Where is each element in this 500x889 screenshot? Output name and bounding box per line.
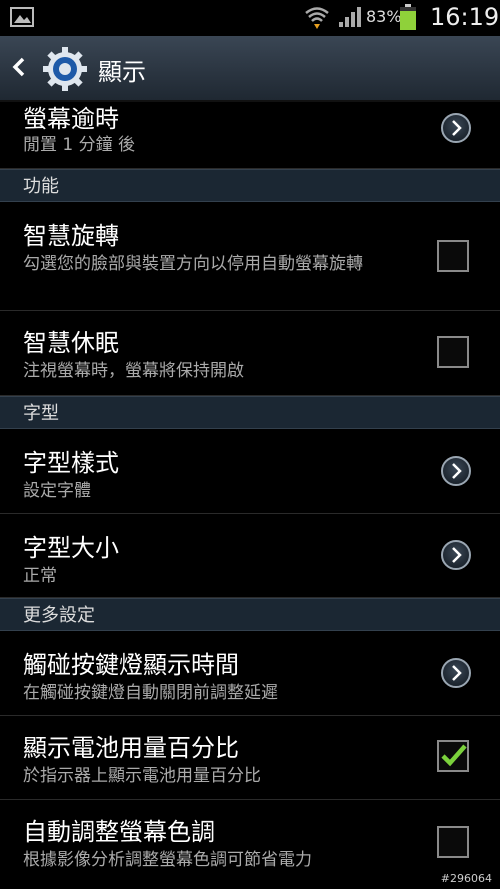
checkmark-icon	[441, 744, 467, 767]
section-header-function: 功能	[0, 169, 500, 202]
item-title: 觸碰按鍵燈顯示時間	[23, 651, 239, 679]
clock: 16:19	[430, 3, 500, 31]
item-title: 智慧旋轉	[23, 222, 119, 250]
section-header-more: 更多設定	[0, 598, 500, 631]
item-title: 字型大小	[23, 534, 119, 562]
battery-percent: 83%	[366, 7, 402, 26]
item-subtitle: 設定字體	[23, 481, 91, 501]
item-title: 顯示電池用量百分比	[23, 734, 239, 762]
chevron-right-icon[interactable]	[441, 658, 471, 688]
item-subtitle: 注視螢幕時，螢幕將保持開啟	[23, 361, 244, 381]
auto-adjust-tone-checkbox[interactable]	[437, 826, 469, 858]
settings-gear-icon[interactable]	[42, 46, 88, 96]
wifi-icon	[304, 4, 330, 34]
item-title: 螢幕逾時	[23, 105, 119, 133]
item-subtitle: 於指示器上顯示電池用量百分比	[23, 766, 261, 786]
chevron-right-icon[interactable]	[441, 540, 471, 570]
status-bar: 83% 16:19	[0, 0, 500, 37]
signal-icon	[338, 6, 362, 32]
section-header-font: 字型	[0, 396, 500, 429]
list-item-battery-percent[interactable]: 顯示電池用量百分比 於指示器上顯示電池用量百分比	[0, 716, 500, 800]
chevron-right-icon[interactable]	[441, 113, 471, 143]
list-item-smart-stay[interactable]: 智慧休眠 注視螢幕時，螢幕將保持開啟	[0, 311, 500, 396]
item-subtitle: 根據影像分析調整螢幕色調可節省電力	[23, 850, 312, 870]
smart-rotation-checkbox[interactable]	[437, 240, 469, 272]
list-item-font-style[interactable]: 字型樣式 設定字體	[0, 429, 500, 514]
list-item-auto-adjust-tone[interactable]: 自動調整螢幕色調 根據影像分析調整螢幕色調可節省電力	[0, 800, 500, 884]
item-subtitle: 在觸碰按鍵燈自動關閉前調整延遲	[23, 683, 278, 703]
gallery-icon	[10, 7, 34, 27]
chevron-right-icon[interactable]	[441, 456, 471, 486]
item-title: 字型樣式	[23, 449, 119, 477]
list-item-screen-timeout[interactable]: 螢幕逾時 閒置 1 分鐘 後	[0, 101, 500, 169]
list-item-smart-rotation[interactable]: 智慧旋轉 勾選您的臉部與裝置方向以停用自動螢幕旋轉	[0, 202, 500, 311]
item-subtitle: 閒置 1 分鐘 後	[23, 135, 136, 155]
item-subtitle: 勾選您的臉部與裝置方向以停用自動螢幕旋轉	[23, 254, 363, 274]
item-title: 智慧休眠	[23, 329, 119, 357]
battery-icon	[400, 4, 416, 30]
battery-percent-checkbox[interactable]	[437, 740, 469, 772]
item-title: 自動調整螢幕色調	[23, 818, 215, 846]
action-bar: 顯示	[0, 36, 500, 102]
back-chevron-icon[interactable]	[10, 56, 28, 82]
list-item-font-size[interactable]: 字型大小 正常	[0, 514, 500, 598]
watermark: #296064	[440, 872, 492, 885]
settings-list: 螢幕逾時 閒置 1 分鐘 後 功能 智慧旋轉 勾選您的臉部與裝置方向以停用自動螢…	[0, 101, 500, 884]
smart-stay-checkbox[interactable]	[437, 336, 469, 368]
page-title: 顯示	[98, 58, 146, 86]
item-subtitle: 正常	[23, 566, 57, 586]
list-item-touch-key-light[interactable]: 觸碰按鍵燈顯示時間 在觸碰按鍵燈自動關閉前調整延遲	[0, 631, 500, 716]
